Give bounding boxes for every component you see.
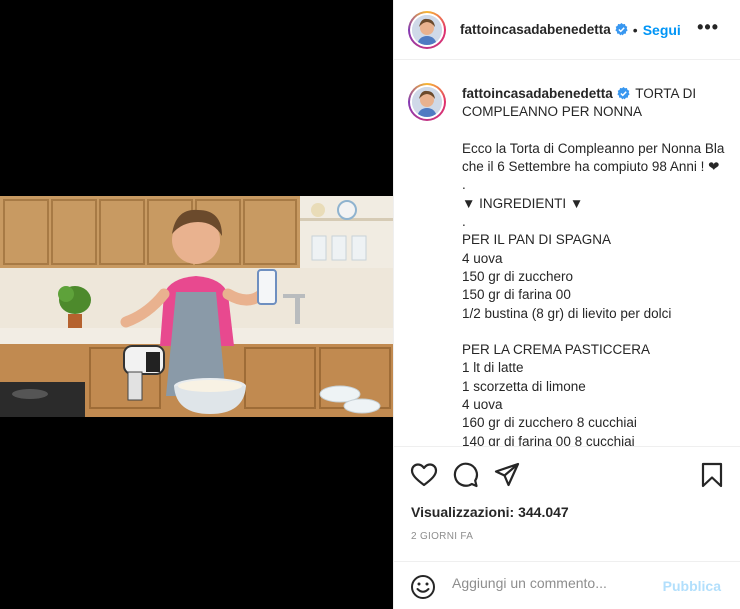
post-media (0, 0, 393, 609)
actions-section: Visualizzazioni: 344.047 2 GIORNI FA Pub… (394, 446, 740, 606)
view-count[interactable]: Visualizzazioni: 344.047 (411, 504, 569, 520)
video-player[interactable] (0, 196, 393, 417)
video-frame-illustration (0, 196, 393, 417)
comment-icon[interactable] (451, 461, 479, 489)
caption-username[interactable]: fattoincasadabenedetta (462, 86, 613, 101)
comment-input[interactable] (452, 575, 662, 591)
comment-form: Pubblica (394, 561, 740, 609)
header-username[interactable]: fattoincasadabenedetta (460, 22, 611, 37)
avatar-photo (412, 87, 442, 117)
post-details-panel: fattoincasadabenedetta • Segui ••• fatto… (393, 0, 740, 609)
post-header: fattoincasadabenedetta • Segui ••• (394, 0, 740, 60)
heart-icon[interactable] (410, 461, 438, 489)
caption-avatar[interactable] (408, 83, 446, 121)
more-options-button[interactable]: ••• (697, 17, 719, 38)
publish-button[interactable]: Pubblica (663, 578, 721, 594)
header-separator: • (632, 21, 638, 38)
caption-area: fattoincasadabenedetta TORTA DI COMPLEAN… (394, 61, 740, 446)
verified-badge-icon (617, 87, 630, 100)
bookmark-icon[interactable] (698, 461, 726, 489)
avatar[interactable] (408, 10, 446, 49)
post-timestamp[interactable]: 2 GIORNI FA (411, 531, 473, 542)
verified-badge-icon (615, 23, 628, 36)
caption-body: Ecco la Torta di Compleanno per Nonna Bl… (462, 140, 725, 446)
follow-button[interactable]: Segui (643, 22, 681, 38)
emoji-icon[interactable] (410, 574, 436, 600)
post-caption: fattoincasadabenedetta TORTA DI COMPLEAN… (462, 85, 740, 446)
avatar-photo (412, 14, 442, 45)
share-icon[interactable] (493, 461, 521, 489)
